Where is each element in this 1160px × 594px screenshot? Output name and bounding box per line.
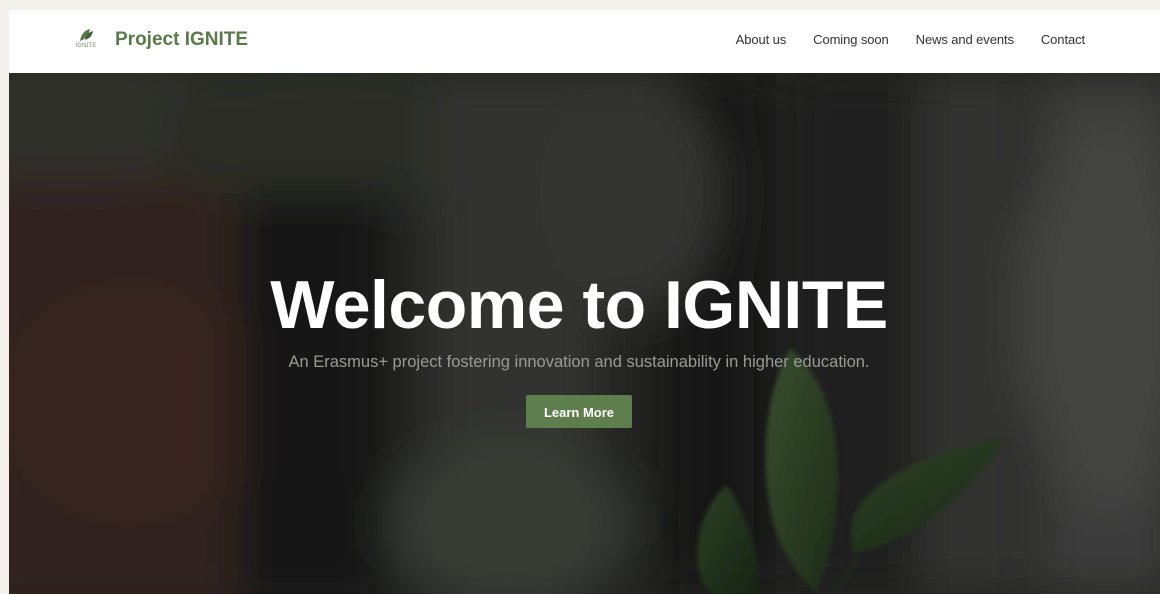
nav-about-us[interactable]: About us (736, 32, 787, 47)
nav-contact[interactable]: Contact (1041, 32, 1085, 47)
leaf-logo-icon: IGNITE (71, 26, 101, 54)
brand-link[interactable]: IGNITE Project IGNITE (71, 26, 248, 54)
logo-text: IGNITE (75, 43, 97, 49)
hero-subtitle: An Erasmus+ project fostering innovation… (288, 353, 870, 371)
site-header: IGNITE Project IGNITE About us Coming so… (9, 10, 1160, 73)
nav-coming-soon[interactable]: Coming soon (813, 32, 889, 47)
learn-more-button[interactable]: Learn More (526, 395, 632, 428)
nav-news-and-events[interactable]: News and events (916, 32, 1014, 47)
page-frame: IGNITE Project IGNITE About us Coming so… (9, 10, 1160, 594)
brand-name: Project IGNITE (115, 29, 249, 50)
main-nav: About us Coming soon News and events Con… (736, 32, 1085, 47)
hero-section: Welcome to IGNITE An Erasmus+ project fo… (9, 73, 1160, 594)
hero-content: Welcome to IGNITE An Erasmus+ project fo… (9, 265, 1149, 428)
hero-title: Welcome to IGNITE (270, 267, 888, 343)
